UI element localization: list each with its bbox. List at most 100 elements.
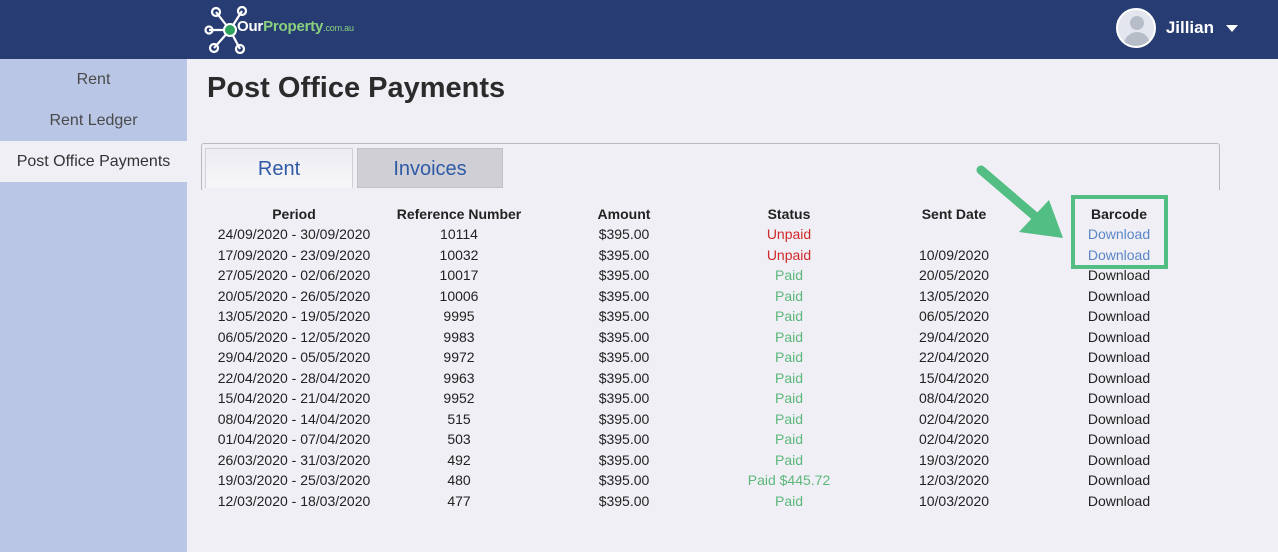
- arrow-icon: [976, 165, 1063, 238]
- amount-cell: $395.00: [598, 472, 650, 489]
- download-link[interactable]: Download: [1040, 429, 1198, 450]
- avatar-body: [1123, 32, 1150, 46]
- amount-cell: $395.00: [598, 390, 650, 407]
- amount-cell: $395.00: [598, 431, 650, 448]
- table-row: 17/09/2020 - 23/09/2020 10032 $395.00 Un…: [208, 245, 1198, 266]
- download-link[interactable]: Download: [1040, 286, 1198, 307]
- header-reference-number: Reference Number: [396, 206, 522, 222]
- table-row: 12/03/2020 - 18/03/2020 477 $395.00 Paid…: [208, 491, 1198, 512]
- sent-date-cell: 10/03/2020: [918, 492, 990, 509]
- reference-cell: 9972: [443, 349, 475, 366]
- download-link[interactable]: Download: [1040, 470, 1198, 491]
- reference-cell: 503: [447, 431, 471, 448]
- logo-text-property: Property: [263, 18, 324, 35]
- status-cell: Unpaid: [766, 246, 812, 263]
- download-link[interactable]: Download: [1040, 409, 1198, 430]
- table-row: 01/04/2020 - 07/04/2020 503 $395.00 Paid…: [208, 429, 1198, 450]
- table-row: 06/05/2020 - 12/05/2020 9983 $395.00 Pai…: [208, 327, 1198, 348]
- table-row: 29/04/2020 - 05/05/2020 9972 $395.00 Pai…: [208, 347, 1198, 368]
- status-cell: Paid: [774, 267, 804, 284]
- sidebar-item-rent-ledger[interactable]: Rent Ledger: [0, 100, 187, 141]
- amount-cell: $395.00: [598, 451, 650, 468]
- sent-date-cell: 29/04/2020: [918, 328, 990, 345]
- reference-cell: 10032: [439, 246, 479, 263]
- barcode-highlight-box: [1071, 195, 1168, 269]
- payments-table: Period Reference Number Amount Status Se…: [208, 204, 1198, 511]
- download-link[interactable]: Download: [1040, 327, 1198, 348]
- sidebar-item-post-office-payments[interactable]: Post Office Payments: [0, 141, 187, 182]
- chevron-down-icon[interactable]: [1226, 24, 1238, 32]
- sidebar-item-rent[interactable]: Rent: [0, 59, 187, 100]
- table-row: 13/05/2020 - 19/05/2020 9995 $395.00 Pai…: [208, 306, 1198, 327]
- period-cell: 20/05/2020 - 26/05/2020: [217, 287, 371, 304]
- reference-cell: 9963: [443, 369, 475, 386]
- status-cell: Paid: [774, 410, 804, 427]
- table-row: 08/04/2020 - 14/04/2020 515 $395.00 Paid…: [208, 409, 1198, 430]
- logo-text-our: Our: [237, 18, 264, 35]
- reference-cell: 515: [447, 410, 471, 427]
- header-status: Status: [767, 206, 811, 222]
- download-link[interactable]: Download: [1040, 368, 1198, 389]
- download-link[interactable]: Download: [1040, 388, 1198, 409]
- avatar[interactable]: [1115, 8, 1156, 48]
- header-amount: Amount: [597, 206, 651, 222]
- tab-rent[interactable]: Rent: [205, 148, 353, 188]
- reference-cell: 10114: [440, 226, 478, 243]
- status-cell: Paid: [774, 390, 804, 407]
- user-name[interactable]: Jillian: [1166, 18, 1214, 38]
- ourproperty-logo[interactable]: OurProperty.com.au: [204, 4, 394, 54]
- status-cell: Unpaid: [766, 226, 812, 243]
- status-cell: Paid: [774, 287, 804, 304]
- amount-cell: $395.00: [598, 410, 650, 427]
- sent-date-cell: 08/04/2020: [918, 390, 990, 407]
- status-cell: Paid: [774, 431, 804, 448]
- sent-date-cell: 12/03/2020: [918, 472, 990, 489]
- download-link[interactable]: Download: [1040, 306, 1198, 327]
- period-cell: 12/03/2020 - 18/03/2020: [217, 492, 371, 509]
- amount-cell: $395.00: [598, 328, 650, 345]
- period-cell: 22/04/2020 - 28/04/2020: [217, 369, 371, 386]
- amount-cell: $395.00: [598, 349, 650, 366]
- status-cell: Paid: [774, 369, 804, 386]
- reference-cell: 9995: [443, 308, 475, 325]
- status-cell: Paid $445.72: [747, 472, 831, 489]
- user-menu[interactable]: Jillian: [1115, 8, 1238, 48]
- reference-cell: 480: [447, 472, 471, 489]
- avatar-head: [1129, 16, 1144, 30]
- amount-cell: $395.00: [598, 226, 650, 243]
- logo-text-domain: .com.au: [323, 23, 354, 33]
- status-cell: Paid: [774, 328, 804, 345]
- sent-date-cell: 02/04/2020: [918, 431, 990, 448]
- amount-cell: $395.00: [598, 267, 650, 284]
- reference-cell: 9952: [443, 390, 475, 407]
- sidebar: Rent Rent Ledger Post Office Payments: [0, 59, 187, 552]
- download-link[interactable]: Download: [1040, 450, 1198, 471]
- period-cell: 29/04/2020 - 05/05/2020: [217, 349, 371, 366]
- table-row: 22/04/2020 - 28/04/2020 9963 $395.00 Pai…: [208, 368, 1198, 389]
- amount-cell: $395.00: [598, 246, 650, 263]
- sent-date-cell: 10/09/2020: [918, 246, 990, 263]
- page-title: Post Office Payments: [207, 72, 506, 104]
- reference-cell: 10006: [439, 287, 479, 304]
- download-link[interactable]: Download: [1040, 491, 1198, 512]
- sent-date-cell: 19/03/2020: [918, 451, 990, 468]
- period-cell: 01/04/2020 - 07/04/2020: [217, 431, 371, 448]
- amount-cell: $395.00: [598, 369, 650, 386]
- top-navbar: OurProperty.com.au Jillian: [0, 0, 1278, 59]
- period-cell: 17/09/2020 - 23/09/2020: [217, 246, 371, 263]
- sent-date-cell: 02/04/2020: [918, 410, 990, 427]
- period-cell: 24/09/2020 - 30/09/2020: [217, 226, 371, 243]
- tab-invoices[interactable]: Invoices: [357, 148, 503, 188]
- table-row: 26/03/2020 - 31/03/2020 492 $395.00 Paid…: [208, 450, 1198, 471]
- sent-date-cell: 13/05/2020: [918, 287, 990, 304]
- reference-cell: 492: [447, 451, 471, 468]
- table-row: 20/05/2020 - 26/05/2020 10006 $395.00 Pa…: [208, 286, 1198, 307]
- period-cell: 13/05/2020 - 19/05/2020: [217, 308, 371, 325]
- sent-date-cell: 20/05/2020: [918, 267, 990, 284]
- period-cell: 26/03/2020 - 31/03/2020: [217, 451, 371, 468]
- download-link[interactable]: Download: [1040, 347, 1198, 368]
- sent-date-cell: 06/05/2020: [918, 308, 990, 325]
- status-cell: Paid: [774, 349, 804, 366]
- period-cell: 27/05/2020 - 02/06/2020: [217, 267, 371, 284]
- status-cell: Paid: [774, 492, 804, 509]
